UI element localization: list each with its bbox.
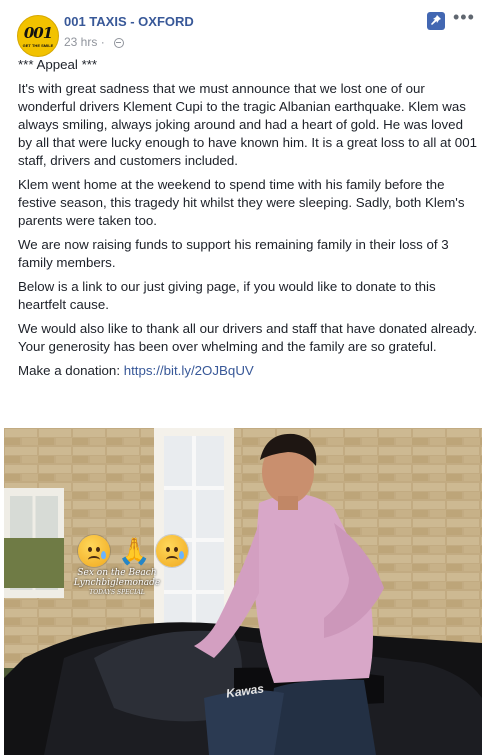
paragraph-appeal: *** Appeal *** — [18, 57, 98, 72]
bike-tank-caption: Sex on the Beach Lynchbiglemonade TODAYS… — [72, 568, 162, 598]
sad-tear-emoji — [78, 535, 110, 567]
post-header: 001 GET THE SMILE 001 TAXIS - OXFORD 23 … — [0, 0, 486, 57]
more-options-button[interactable]: ••• — [453, 7, 475, 28]
page-avatar[interactable]: 001 GET THE SMILE — [17, 15, 59, 57]
paragraph-fundraising: We are now raising funds to support his … — [18, 237, 449, 270]
praying-hands-emoji: 🙏 — [118, 536, 151, 566]
sad-tear-emoji — [156, 535, 188, 567]
post-text: *** Appeal *** It's with great sadness t… — [18, 56, 478, 386]
globe-icon[interactable] — [114, 38, 125, 48]
paragraph-link-intro: Below is a link to our just giving page,… — [18, 279, 436, 312]
pin-icon[interactable] — [427, 12, 445, 30]
paragraph-thanks: We would also like to thank all our driv… — [18, 321, 478, 354]
paragraph-trip-home: Klem went home at the weekend to spend t… — [18, 177, 465, 228]
post-timestamp[interactable]: 23 hrs — [64, 35, 97, 49]
post-meta: 23 hrs · — [64, 35, 125, 49]
facebook-post: 001 GET THE SMILE 001 TAXIS - OXFORD 23 … — [0, 0, 486, 755]
logo-text: 001 — [23, 24, 53, 42]
donation-prefix: Make a donation: — [18, 363, 124, 378]
donation-link[interactable]: https://bit.ly/2OJBqUV — [124, 363, 254, 378]
tank-text-line3: TODAYS SPECIAL — [89, 589, 145, 596]
logo-subtext: GET THE SMILE — [22, 43, 54, 48]
page-name-link[interactable]: 001 TAXIS - OXFORD — [64, 14, 194, 29]
paragraph-announcement: It's with great sadness that we must ann… — [18, 81, 477, 168]
tank-text-line2: Lynchbiglemonade — [73, 578, 161, 588]
tank-text-line1: Sex on the Beach — [77, 568, 157, 578]
donation-line: Make a donation: https://bit.ly/2OJBqUV — [18, 362, 478, 380]
